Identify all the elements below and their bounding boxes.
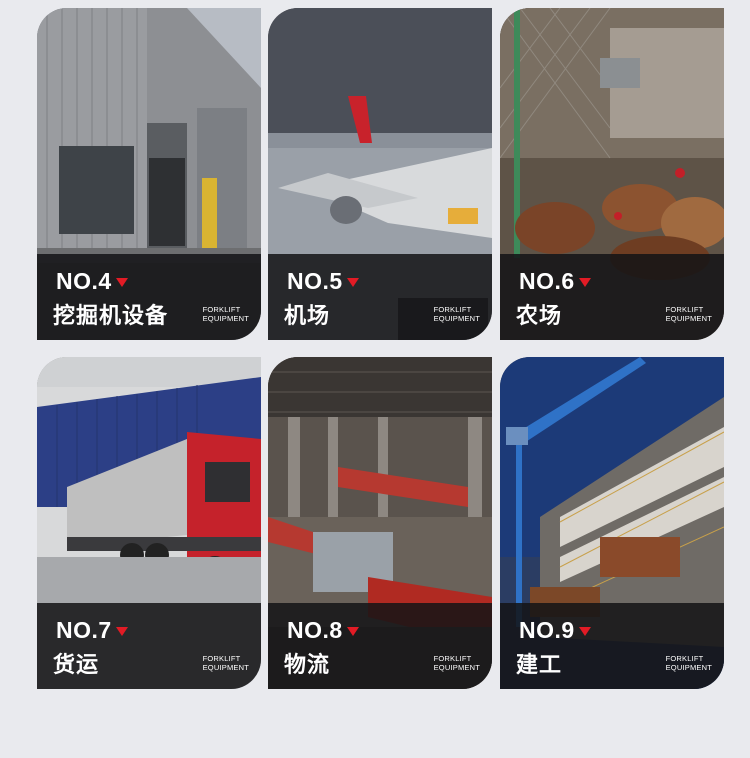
card-number: NO.8 (287, 617, 359, 644)
brand-label: FORKLIFT EQUIPMENT (665, 654, 712, 672)
card-title: 货运 (53, 653, 100, 678)
brand-label: FORKLIFT EQUIPMENT (433, 305, 480, 323)
card-title: 农场 (516, 304, 563, 329)
card-farm[interactable]: NO.6 农场 FORKLIFT EQUIPMENT (500, 8, 724, 340)
application-grid: NO.4 挖掘机设备 FORKLIFT EQUIPMENT NO.5 机场 FOR… (0, 0, 750, 758)
card-title: 挖掘机设备 (53, 304, 169, 329)
red-down-triangle-icon (346, 627, 359, 636)
card-number: NO.7 (56, 617, 128, 644)
card-number: NO.6 (519, 268, 591, 295)
card-excavator[interactable]: NO.4 挖掘机设备 FORKLIFT EQUIPMENT (37, 8, 261, 340)
card-title: 建工 (516, 653, 563, 678)
red-down-triangle-icon (115, 627, 128, 636)
card-logistics[interactable]: NO.8 物流 FORKLIFT EQUIPMENT (268, 357, 492, 689)
card-title: 物流 (284, 653, 331, 678)
card-number: NO.9 (519, 617, 591, 644)
red-down-triangle-icon (578, 627, 591, 636)
card-freight[interactable]: NO.7 货运 FORKLIFT EQUIPMENT (37, 357, 261, 689)
red-down-triangle-icon (578, 278, 591, 287)
red-down-triangle-icon (346, 278, 359, 287)
card-airport[interactable]: NO.5 机场 FORKLIFT EQUIPMENT (268, 8, 492, 340)
card-construction[interactable]: NO.9 建工 FORKLIFT EQUIPMENT (500, 357, 724, 689)
brand-label: FORKLIFT EQUIPMENT (665, 305, 712, 323)
card-number: NO.5 (287, 268, 359, 295)
card-number: NO.4 (56, 268, 128, 295)
brand-label: FORKLIFT EQUIPMENT (202, 305, 249, 323)
red-down-triangle-icon (115, 278, 128, 287)
brand-label: FORKLIFT EQUIPMENT (202, 654, 249, 672)
card-title: 机场 (284, 304, 331, 329)
brand-label: FORKLIFT EQUIPMENT (433, 654, 480, 672)
